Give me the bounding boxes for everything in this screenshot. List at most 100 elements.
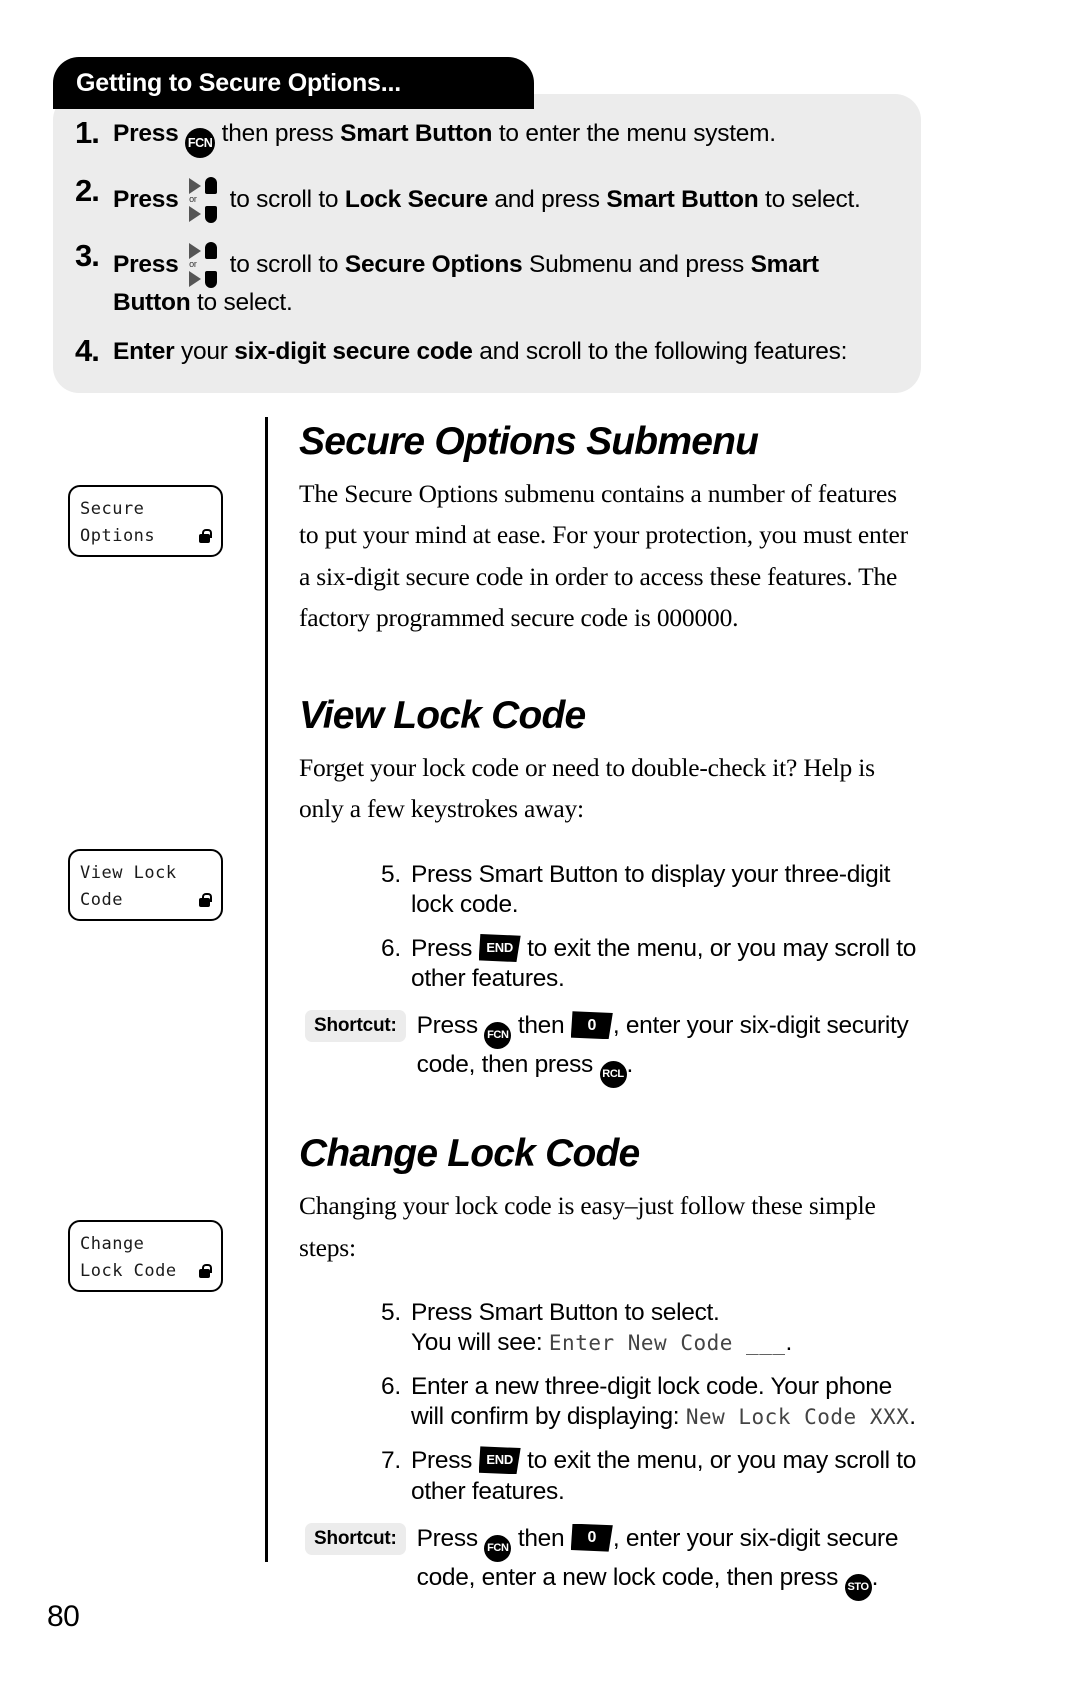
zero-key-icon: 0 [570,1011,613,1040]
step-text-part: to scroll to [229,186,339,213]
rcl-key-icon: RCL [599,1061,627,1089]
lcd-line-1: Change [80,1234,145,1254]
step-text: Press Smart Button to display your three… [411,860,891,918]
lock-body [199,534,210,543]
sto-key-icon: STO [844,1573,872,1601]
scroll-bar-lower [205,271,218,288]
step-text-part: to select. [765,186,861,213]
shortcut-text-part: Press [416,1012,478,1040]
step-number: 4. [75,332,100,368]
scroll-updown-icon: or [189,242,219,288]
list-item: 5. Press Smart Button to select. You wil… [381,1298,919,1358]
step-text-part: . [909,1403,916,1431]
step-bold-part: Smart Button [606,186,759,213]
fcn-key-icon: FCN [484,1022,512,1050]
key-label: END [486,1452,513,1468]
step-number: 6. [381,935,401,963]
step-bold-part: six-digit secure code [234,337,473,365]
step-text-part: Press [411,1447,473,1475]
shortcut-text-part: Press [416,1524,478,1552]
step-text-part: You will see: [411,1329,543,1356]
shortcut-change-lock-code: Shortcut: Press FCN then 0 , enter your … [305,1522,919,1601]
step-number: 3. [75,238,100,273]
key-label: 0 [587,1528,597,1546]
shortcut-text: Press FCN then 0 , enter your six-digit … [416,1010,919,1089]
shortcut-badge: Shortcut: [305,1010,406,1043]
lock-icon [199,1264,212,1278]
step-number: 1. [75,115,100,150]
step-text-part: Press [411,935,473,963]
scroll-bar-lower [205,206,218,223]
key-label: END [486,940,513,956]
shortcut-text-part: then [517,1524,565,1552]
step-text: Enter a new three-digit lock code. Your … [411,1372,919,1432]
step-bold-part: Lock Secure [344,186,488,213]
lcd-line-2: Options [80,526,156,546]
step-text: Press END to exit the menu, or you may s… [411,934,919,994]
step-text-part: and scroll to the following features: [479,337,848,365]
lcd-line-1: Secure [80,499,145,519]
triangle-up-icon [189,243,202,259]
list-item: 7. Press END to exit the menu, or you ma… [381,1446,919,1506]
step-text-part: your [180,337,228,365]
step-number: 6. [381,1373,401,1401]
step-text-part: then press [221,120,334,147]
lcd-screen-secure-options: Secure Options [68,485,223,557]
scroll-updown-icon: or [189,177,219,223]
end-key-icon: END [478,934,521,963]
getting-to-secure-options-callout: 1. Press FCN then press Smart Button to … [53,94,921,394]
end-key-icon: END [478,1446,521,1475]
step-text-part: Submenu and press [529,251,745,278]
callout-step-1: 1. Press FCN then press Smart Button to … [53,116,921,158]
step-lead: Press [113,186,179,213]
steps-view-lock-code: 5. Press Smart Button to display your th… [381,860,919,995]
lcd-inline-text: New Lock Code XXX [685,1405,910,1430]
step-lead: Enter [113,337,175,365]
paragraph-secure-options-submenu: The Secure Options submenu contains a nu… [299,479,908,632]
heading-change-lock-code: Change Lock Code [299,1132,640,1176]
paragraph-change-lock-code: Changing your lock code is easy–just fol… [299,1191,876,1262]
step-text-part: Press Smart Button to select. [411,1298,720,1326]
step-text: Press END to exit the menu, or you may s… [411,1446,919,1506]
fcn-key-icon: FCN [185,128,216,158]
list-item: 5. Press Smart Button to display your th… [381,860,919,920]
lcd-screen-change-lock-code: Change Lock Code [68,1220,223,1292]
lock-body [199,898,210,907]
lcd-screen-view-lock-code: View Lock Code [68,849,223,921]
step-bold-part: Secure Options [344,251,523,278]
lock-icon [199,529,212,543]
step-text-part: . [785,1329,792,1356]
list-item: 6. Enter a new three-digit lock code. Yo… [381,1372,919,1432]
step-number: 2. [75,173,100,208]
step-text-part: to enter the menu system. [498,120,776,147]
lcd-line-2: Code [80,890,123,910]
shortcut-text-end: . [871,1563,879,1591]
scroll-or-label: or [189,194,197,204]
step-text: Enter your six-digit secure code and scr… [113,334,899,367]
triangle-down-icon [189,271,202,287]
shortcut-text-end: . [626,1051,634,1079]
callout-step-2: 2. Press or to scroll to Lock Secure and… [53,174,921,223]
steps-change-lock-code: 5. Press Smart Button to select. You wil… [381,1298,919,1507]
step-text-part: to scroll to [229,251,339,278]
step-lead: Press [113,120,179,147]
step-number: 5. [381,1298,401,1326]
step-lead: Press [113,251,179,278]
list-item: 6. Press END to exit the menu, or you ma… [381,934,919,994]
zero-key-icon: 0 [570,1523,613,1552]
fcn-key-icon: FCN [484,1534,512,1562]
step-number: 5. [381,860,401,888]
paragraph-view-lock-code: Forget your lock code or need to double-… [299,753,875,824]
lcd-line-1: View Lock [80,863,177,883]
step-bold-part: Smart Button [340,120,493,147]
shortcut-text: Press FCN then 0 , enter your six-digit … [417,1523,919,1601]
triangle-down-icon [189,206,202,222]
step-text-part: to select. [196,289,293,316]
lcd-inline-text: Enter New Code ___ [548,1331,786,1355]
step-text: Press Smart Button to select. You will s… [411,1298,919,1358]
shortcut-badge: Shortcut: [305,1522,406,1555]
lock-icon [199,893,212,907]
heading-secure-options-submenu: Secure Options Submenu [299,420,759,463]
callout-step-4: 4. Enter your six-digit secure code and … [53,332,921,368]
step-text: Press or to scroll to Secure Options Sub… [113,239,899,318]
